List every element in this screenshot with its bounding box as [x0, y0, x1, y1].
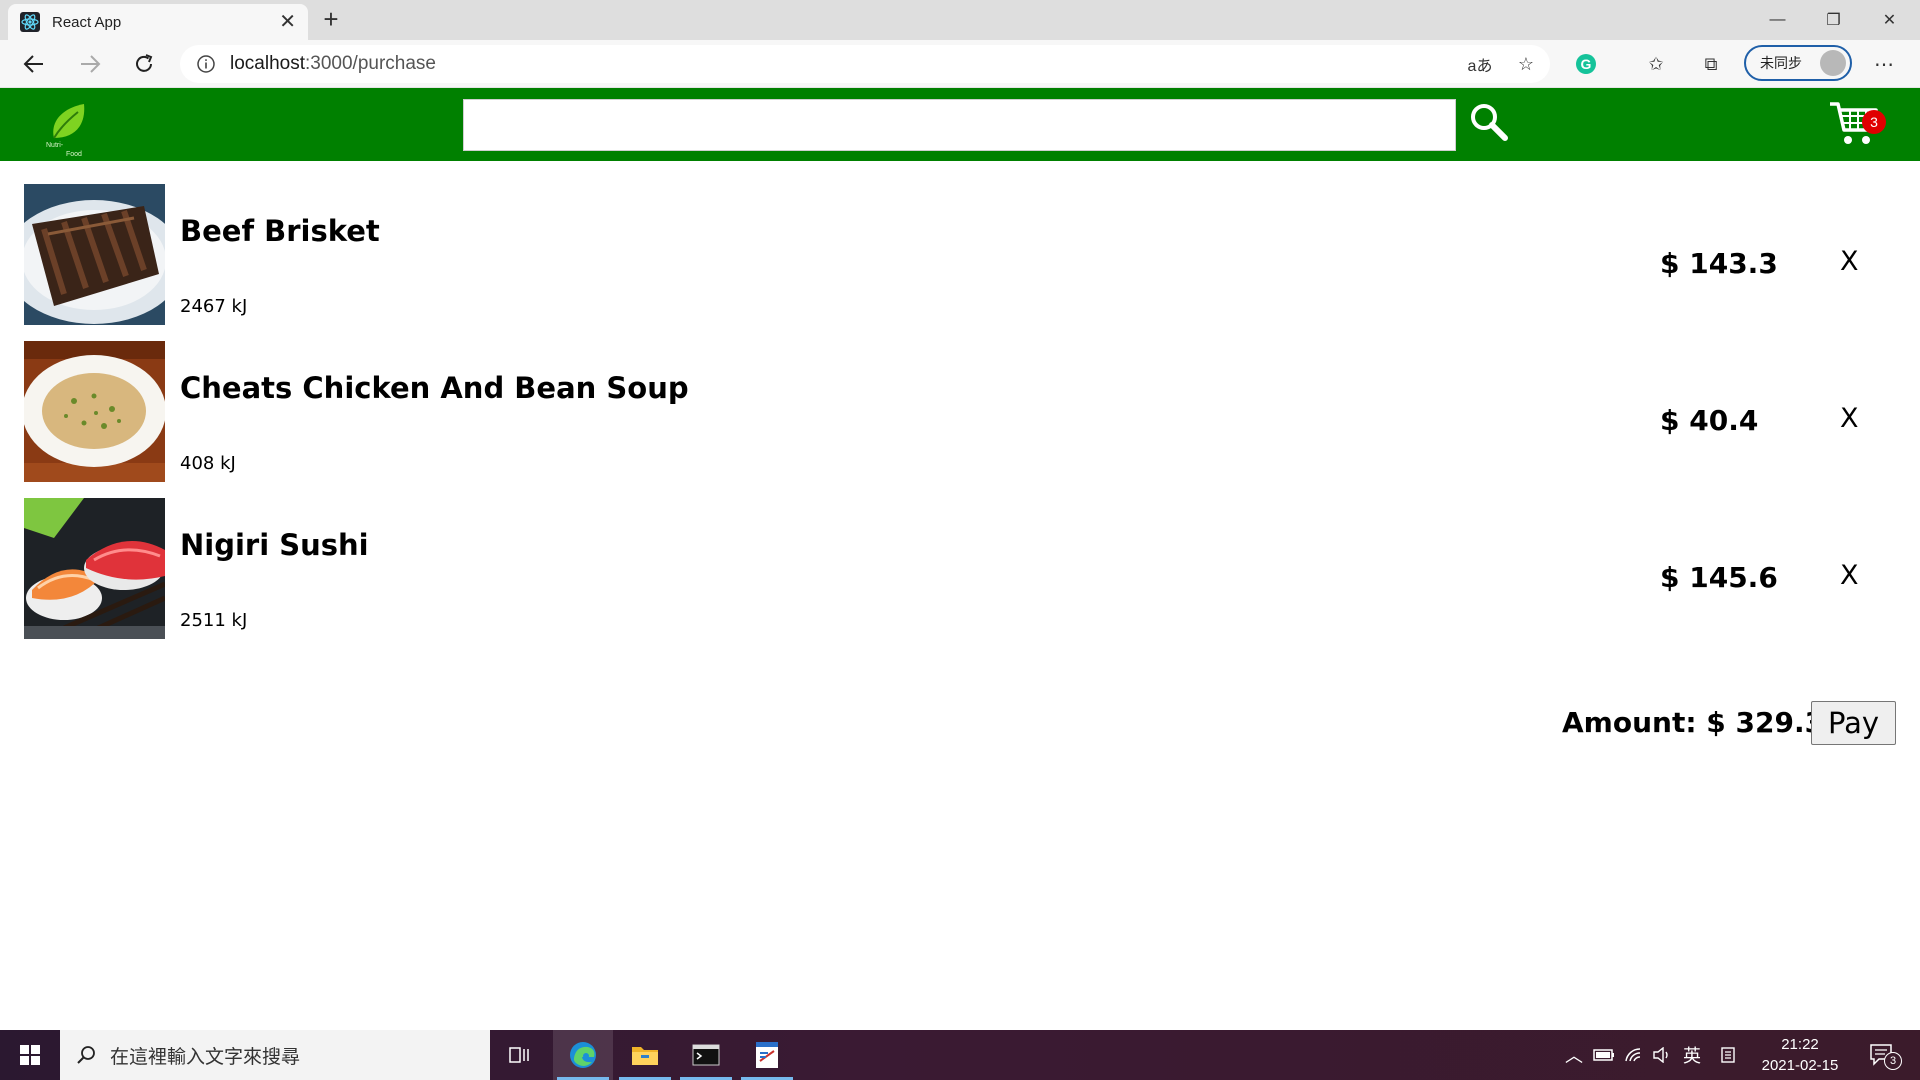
translate-icon[interactable]: aあ: [1466, 50, 1494, 78]
volume-icon[interactable]: [1648, 1030, 1676, 1080]
more-options-icon[interactable]: ⋯: [1870, 50, 1898, 78]
item-energy: 2467 kJ: [180, 296, 248, 317]
show-hidden-icons-chevron-icon[interactable]: ︿: [1562, 1030, 1586, 1080]
item-name: Beef Brisket: [180, 214, 380, 248]
browser-toolbar: localhost:3000/purchase aあ ☆ G ✩ ⧉ 未同步 ⋯: [0, 40, 1920, 88]
minimize-icon[interactable]: ―: [1750, 0, 1805, 40]
svg-text:G: G: [1581, 56, 1592, 72]
item-name: Nigiri Sushi: [180, 528, 369, 562]
beef-brisket-image: [24, 184, 165, 325]
browser-tab-strip: React App ✕ + ― ❐ ✕: [0, 0, 1920, 40]
collections-icon[interactable]: ⧉: [1697, 50, 1725, 78]
system-clock[interactable]: 21:22 2021-02-15: [1754, 1034, 1846, 1076]
item-energy: 2511 kJ: [180, 610, 248, 631]
battery-icon[interactable]: [1590, 1030, 1618, 1080]
remove-item-button[interactable]: X: [1840, 403, 1859, 434]
terminal-icon[interactable]: [676, 1030, 736, 1080]
search-icon: [77, 1046, 95, 1064]
tab-title: React App: [52, 13, 122, 31]
logo-text-food: Food: [66, 151, 82, 158]
back-arrow-icon[interactable]: [18, 48, 50, 80]
add-favorite-icon[interactable]: ☆: [1512, 50, 1540, 78]
notification-count-badge: 3: [1884, 1052, 1902, 1070]
chicken-bean-soup-image: [24, 341, 165, 482]
cart-button[interactable]: 3: [1828, 96, 1888, 152]
new-tab-plus-icon[interactable]: +: [318, 6, 344, 32]
forward-arrow-icon[interactable]: [74, 48, 106, 80]
notification-center-icon[interactable]: 3: [1862, 1030, 1902, 1080]
profile-sync-label: 未同步: [1760, 55, 1802, 71]
avatar-icon: [1820, 50, 1846, 76]
total-amount: Amount: $ 329.3: [1562, 706, 1825, 739]
site-info-icon[interactable]: [196, 54, 216, 74]
windows-taskbar: 在這裡輸入文字來搜尋 ︿ 英 21:22 2021-02-15 3: [0, 1030, 1920, 1080]
refresh-icon[interactable]: [128, 48, 160, 80]
profile-button[interactable]: 未同步: [1744, 45, 1852, 81]
item-price: $ 145.6: [1660, 561, 1778, 594]
url-path: :3000/purchase: [305, 53, 436, 74]
file-explorer-icon[interactable]: [615, 1030, 675, 1080]
edge-browser-icon[interactable]: [553, 1030, 613, 1080]
address-bar[interactable]: localhost:3000/purchase: [180, 45, 1550, 83]
remove-item-button[interactable]: X: [1840, 246, 1859, 277]
url-host: localhost: [230, 53, 305, 74]
cart-count-badge: 3: [1862, 110, 1886, 134]
item-name: Cheats Chicken And Bean Soup: [180, 371, 689, 405]
nigiri-sushi-image: [24, 498, 165, 639]
grammarly-icon[interactable]: G: [1572, 50, 1600, 78]
item-energy: 408 kJ: [180, 453, 236, 474]
restore-icon[interactable]: ❐: [1806, 0, 1861, 40]
logo-text-nutri: Nutri-: [46, 142, 64, 149]
app-header: Nutri- Food 3: [0, 88, 1920, 161]
clock-time: 21:22: [1781, 1036, 1819, 1053]
cart-item: Nigiri Sushi 2511 kJ $ 145.6 X: [24, 498, 1904, 640]
react-favicon-icon: [20, 12, 40, 32]
task-view-icon[interactable]: [490, 1030, 550, 1080]
favorites-icon[interactable]: ✩: [1642, 50, 1670, 78]
network-wifi-icon[interactable]: [1620, 1030, 1648, 1080]
nutri-food-logo-icon[interactable]: Nutri- Food: [44, 100, 96, 158]
cart-item: Cheats Chicken And Bean Soup 408 kJ $ 40…: [24, 341, 1904, 483]
remove-item-button[interactable]: X: [1840, 560, 1859, 591]
item-price: $ 143.3: [1660, 247, 1778, 280]
close-window-icon[interactable]: ✕: [1862, 0, 1917, 40]
search-input[interactable]: [463, 99, 1456, 151]
windows-start-icon[interactable]: [0, 1030, 60, 1080]
clock-date: 2021-02-15: [1761, 1057, 1839, 1074]
item-price: $ 40.4: [1660, 404, 1759, 437]
pay-button[interactable]: Pay: [1811, 701, 1896, 745]
taskbar-search-placeholder: 在這裡輸入文字來搜尋: [110, 1046, 301, 1068]
cart-item: Beef Brisket 2467 kJ $ 143.3 X: [24, 184, 1904, 326]
ime-mode-icon[interactable]: [1714, 1030, 1742, 1080]
browser-tab[interactable]: React App ✕: [8, 4, 308, 40]
taskbar-search-box[interactable]: 在這裡輸入文字來搜尋: [60, 1030, 490, 1080]
tab-close-icon[interactable]: ✕: [279, 12, 296, 32]
search-icon[interactable]: [1467, 100, 1511, 144]
input-method-indicator[interactable]: 英: [1678, 1030, 1706, 1080]
app-window-icon[interactable]: [737, 1030, 797, 1080]
